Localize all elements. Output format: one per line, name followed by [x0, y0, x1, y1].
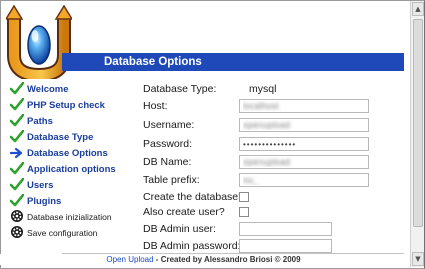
create-user-checkbox[interactable]: [239, 207, 249, 217]
step-label: Save configuration: [27, 228, 98, 238]
password-input[interactable]: [239, 137, 369, 151]
host-label: Host:: [143, 100, 168, 112]
db-admin-user-label: DB Admin user:: [143, 223, 216, 235]
host-input[interactable]: [239, 99, 369, 113]
create-user-label: Also create user?: [143, 206, 225, 218]
scroll-thumb[interactable]: [413, 19, 423, 227]
arrow-right-icon: [10, 147, 23, 159]
step-label: PHP Setup check: [27, 100, 105, 111]
step-label: Database Options: [27, 148, 108, 159]
step-label: Database inizialization: [27, 212, 112, 222]
step-label: Database Type: [27, 132, 94, 143]
check-icon: [10, 114, 24, 127]
check-icon: [10, 162, 24, 175]
scroll-up-button[interactable]: ▲: [412, 2, 424, 16]
gear-icon: [11, 210, 23, 222]
check-icon: [10, 82, 24, 95]
db-type-value: mysql: [249, 83, 277, 95]
db-type-label: Database Type:: [143, 83, 217, 95]
db-admin-user-input[interactable]: [239, 222, 332, 236]
db-name-input[interactable]: [239, 155, 369, 169]
check-icon: [10, 178, 24, 191]
vertical-scrollbar[interactable]: ▲ ▼: [410, 1, 424, 267]
table-prefix-input[interactable]: [239, 173, 369, 187]
create-database-label: Create the database?: [143, 191, 244, 203]
create-database-checkbox[interactable]: [239, 192, 249, 202]
password-label: Password:: [143, 138, 193, 150]
footer: Open Upload - Created by Alessandro Brio…: [0, 254, 407, 265]
step-label: Paths: [27, 116, 53, 127]
open-upload-link[interactable]: Open Upload: [106, 255, 153, 264]
check-icon: [10, 194, 24, 207]
step-label: Users: [27, 180, 54, 191]
username-input[interactable]: [239, 118, 369, 132]
footer-credit: - Created by Alessandro Briosi © 2009: [153, 255, 301, 264]
username-label: Username:: [143, 119, 195, 131]
step-label: Application options: [27, 164, 116, 175]
gear-icon: [11, 226, 23, 238]
step-label: Plugins: [27, 196, 62, 207]
check-icon: [10, 130, 24, 143]
db-admin-password-input[interactable]: [239, 239, 332, 253]
step-label: Welcome: [27, 84, 69, 95]
page-title: Database Options: [104, 56, 202, 68]
scroll-down-button[interactable]: ▼: [412, 252, 424, 266]
db-name-label: DB Name:: [143, 156, 192, 168]
check-icon: [10, 98, 24, 111]
table-prefix-label: Table prefix:: [143, 174, 200, 186]
db-admin-password-label: DB Admin password:: [143, 240, 241, 252]
